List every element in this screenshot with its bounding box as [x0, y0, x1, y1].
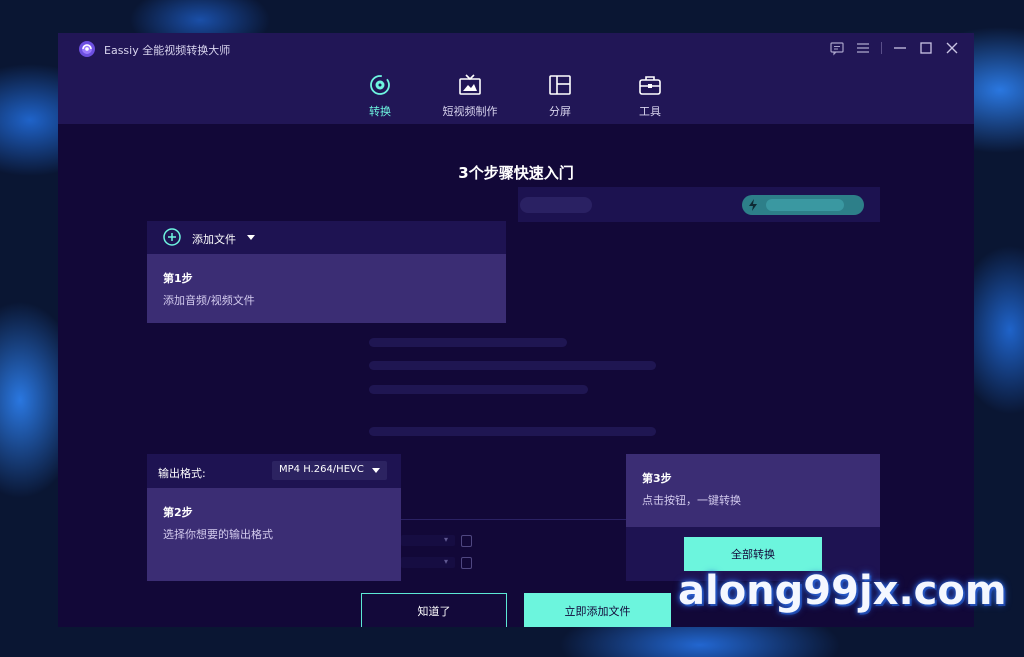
close-icon[interactable] — [944, 40, 960, 56]
caret-down-icon[interactable] — [247, 235, 255, 240]
dimmed-toggle-track — [766, 199, 844, 211]
app-logo-icon — [79, 41, 95, 57]
placeholder-line — [369, 338, 567, 347]
dimmed-settings-icon — [461, 535, 472, 547]
output-format-bar: 输出格式: MP4 H.264/HEVC — [147, 454, 401, 488]
short-video-icon — [459, 74, 481, 95]
convert-all-button[interactable]: 全部转换 — [684, 537, 822, 571]
maximize-icon[interactable] — [918, 40, 934, 56]
placeholder-line — [369, 361, 656, 370]
dimmed-divider — [401, 519, 627, 520]
add-circle-icon — [163, 228, 181, 246]
placeholder-line — [369, 427, 656, 436]
add-files-label[interactable]: 添加文件 — [192, 231, 236, 247]
tab-convert[interactable]: 转换 — [345, 73, 415, 119]
tab-short-video-label: 短视频制作 — [442, 105, 498, 118]
dimmed-acceleration-toggle — [742, 195, 864, 215]
step2-callout: 输出格式: MP4 H.264/HEVC 第2步 选择你想要的输出格式 — [147, 454, 401, 581]
watermark-text: along99jx.com — [678, 568, 1007, 614]
menu-icon[interactable] — [855, 40, 871, 56]
app-title: Eassiy 全能视频转换大师 — [104, 44, 231, 57]
chevron-down-icon: ▾ — [444, 535, 449, 544]
feedback-icon[interactable] — [829, 40, 845, 56]
title-bar: Eassiy 全能视频转换大师 转换 短视频制作 分屏 工具 — [58, 33, 974, 124]
step2-title: 第2步 — [163, 506, 193, 519]
tab-convert-label: 转换 — [369, 105, 391, 118]
add-files-bar[interactable]: 添加文件 — [147, 221, 506, 254]
toolbox-icon — [639, 76, 661, 95]
step1-callout: 添加文件 第1步 添加音频/视频文件 — [147, 221, 506, 323]
add-files-now-button[interactable]: 立即添加文件 — [524, 593, 671, 627]
tab-split-screen-label: 分屏 — [549, 105, 571, 118]
tab-split-screen[interactable]: 分屏 — [525, 73, 595, 119]
guide-heading: 3个步骤快速入门 — [458, 164, 574, 182]
controls-divider — [881, 42, 882, 54]
step1-desc: 添加音频/视频文件 — [163, 294, 255, 307]
got-it-button[interactable]: 知道了 — [361, 593, 507, 627]
step1-title: 第1步 — [163, 272, 193, 285]
step2-tip: 第2步 选择你想要的输出格式 — [147, 488, 401, 581]
minimize-icon[interactable] — [892, 40, 908, 56]
chevron-down-icon: ▾ — [444, 557, 449, 566]
step3-tip: 第3步 点击按钮，一键转换 — [626, 454, 880, 527]
split-screen-icon — [549, 75, 571, 95]
tab-short-video[interactable]: 短视频制作 — [435, 73, 505, 119]
main-nav: 转换 短视频制作 分屏 工具 — [58, 73, 974, 123]
convert-icon — [370, 75, 390, 95]
window-controls — [829, 39, 960, 57]
guide-overlay: 3个步骤快速入门 ▾ ▾ 添加文件 第1步 添加音频/视频文件 输出格式: MP… — [58, 124, 974, 627]
step1-tip: 第1步 添加音频/视频文件 — [147, 254, 506, 323]
app-window: Eassiy 全能视频转换大师 转换 短视频制作 分屏 工具 3个步骤快速入门 … — [58, 33, 974, 627]
placeholder-line — [369, 385, 588, 394]
dimmed-pill — [520, 197, 592, 213]
step3-title: 第3步 — [642, 472, 672, 485]
step2-desc: 选择你想要的输出格式 — [163, 528, 273, 541]
tab-toolbox-label: 工具 — [639, 105, 661, 118]
output-format-value: MP4 H.264/HEVC — [279, 464, 364, 475]
dimmed-folder-icon — [461, 557, 472, 569]
step3-callout: 第3步 点击按钮，一键转换 全部转换 — [626, 454, 880, 581]
bolt-icon — [749, 199, 757, 211]
output-format-select[interactable]: MP4 H.264/HEVC — [272, 461, 387, 480]
caret-down-icon — [372, 468, 380, 473]
tab-toolbox[interactable]: 工具 — [615, 73, 685, 119]
step3-desc: 点击按钮，一键转换 — [642, 494, 741, 507]
output-format-label: 输出格式: — [158, 467, 206, 480]
